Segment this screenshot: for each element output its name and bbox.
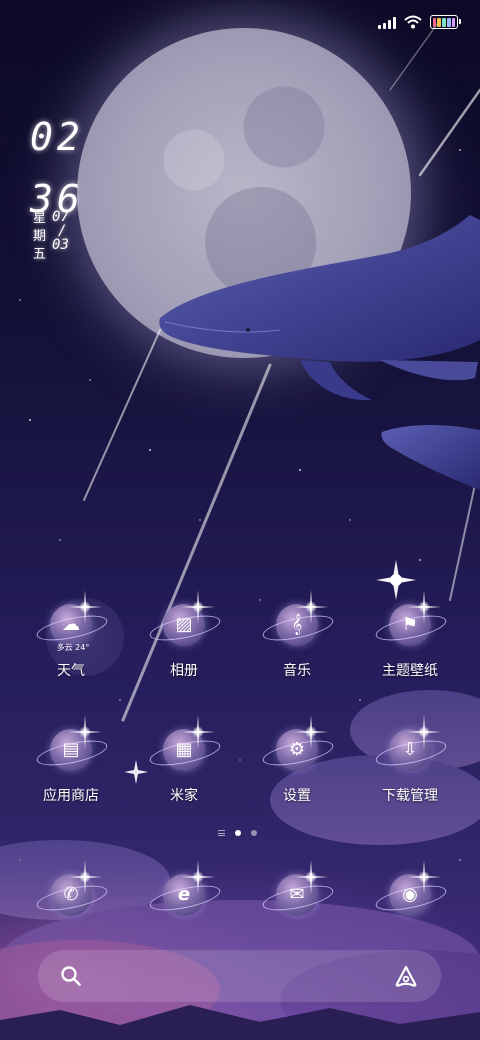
- app-label: 应用商店: [43, 788, 99, 804]
- weather-summary: 多云 24°: [52, 642, 94, 653]
- app-mijia[interactable]: ▦ 米家: [129, 715, 239, 819]
- dock-phone[interactable]: ✆: [16, 860, 126, 924]
- app-label: 设置: [283, 788, 311, 804]
- signal-strength-icon: [378, 16, 396, 29]
- weekday: 星 期 五: [33, 210, 46, 264]
- weekday-char: 期: [33, 229, 47, 244]
- date: 07 / 03: [52, 210, 69, 264]
- app-label: 米家: [170, 788, 198, 804]
- sparkle-icon: [76, 860, 94, 894]
- weather-temperature: 24°: [75, 643, 90, 652]
- whale-illustration: [159, 215, 480, 401]
- download-icon: ⇩: [389, 715, 431, 771]
- search-icon[interactable]: [60, 965, 82, 987]
- app-label: 主题壁纸: [382, 663, 438, 679]
- clock-hour: 02: [30, 115, 84, 159]
- sparkle-icon: [415, 715, 433, 749]
- app-downloads[interactable]: ⇩ 下载管理: [355, 715, 465, 819]
- sparkle-icon: [302, 590, 320, 624]
- sparkle-icon: [189, 860, 207, 894]
- page-list-icon: [218, 830, 225, 836]
- app-label: 音乐: [283, 663, 311, 679]
- app-label: 相册: [170, 663, 198, 679]
- status-bar: [378, 12, 461, 32]
- page-dot[interactable]: [251, 830, 257, 836]
- dock-messages[interactable]: ✉: [242, 860, 352, 924]
- page-indicator[interactable]: [218, 830, 257, 836]
- camera-icon: ◉: [389, 860, 431, 916]
- app-themes[interactable]: ⚑ 主题壁纸: [355, 590, 465, 694]
- app-store-icon: ▤: [50, 715, 92, 771]
- app-label: 天气: [57, 663, 85, 679]
- app-music[interactable]: 𝄞 音乐: [242, 590, 352, 694]
- date-separator: /: [58, 223, 67, 239]
- battery-icon: [430, 15, 461, 29]
- battery-segment: [442, 17, 446, 27]
- music-icon: 𝄞: [276, 590, 318, 646]
- browser-icon: e: [163, 860, 205, 916]
- messages-icon: ✉: [276, 860, 318, 916]
- smart-home-gift-icon: ▦: [163, 715, 205, 771]
- gallery-icon: ▨: [163, 590, 205, 646]
- settings-gear-icon: ⚙: [276, 715, 318, 771]
- sparkle-icon: [302, 860, 320, 894]
- wifi-icon: [404, 15, 422, 29]
- phone-icon: ✆: [50, 860, 92, 916]
- weekday-char: 五: [33, 247, 47, 262]
- app-gallery[interactable]: ▨ 相册: [129, 590, 239, 694]
- app-label: 下载管理: [382, 788, 438, 804]
- date-day: 03: [52, 237, 69, 253]
- battery-segment: [446, 17, 451, 27]
- weather-icon: ☁ 多云 24°: [50, 590, 92, 652]
- app-settings[interactable]: ⚙ 设置: [242, 715, 352, 819]
- battery-segment: [451, 17, 456, 27]
- whale-illustration-small: [381, 425, 480, 490]
- weekday-char: 星: [33, 211, 47, 226]
- app-store[interactable]: ▤ 应用商店: [16, 715, 126, 819]
- home-screen: 02 36 星 期 五 07 / 03 ☁ 多云 24° 天气 ▨ 相册 𝄞 音…: [0, 0, 480, 1040]
- weather-condition: 多云: [56, 643, 73, 652]
- theme-flag-icon: ⚑: [389, 590, 431, 646]
- app-weather[interactable]: ☁ 多云 24° 天气: [16, 590, 126, 694]
- dock-camera[interactable]: ◉: [355, 860, 465, 924]
- battery-segment: [437, 17, 442, 27]
- date-widget: 星 期 五 07 / 03: [33, 210, 69, 264]
- assistant-icon[interactable]: [393, 964, 419, 988]
- page-dot-active[interactable]: [235, 830, 241, 836]
- dock-browser[interactable]: e: [129, 860, 239, 924]
- date-month: 07: [52, 209, 69, 225]
- search-bar[interactable]: [38, 950, 441, 1002]
- battery-segment: [432, 17, 437, 27]
